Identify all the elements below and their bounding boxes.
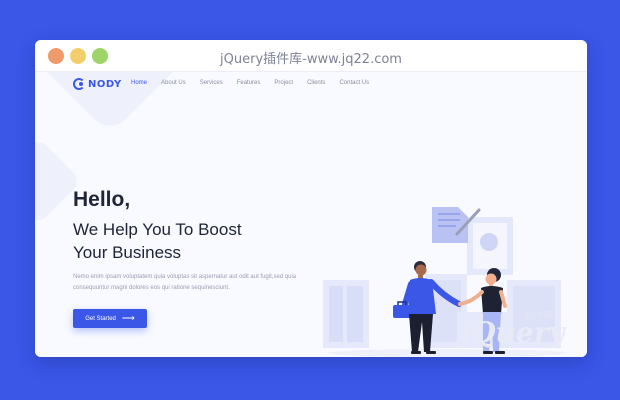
navbar: NODY Home About Us Services Features Pro… xyxy=(35,72,587,94)
nav-item-contact-us[interactable]: Contact Us xyxy=(339,80,369,86)
watermark-tag: 插件库 xyxy=(525,309,552,321)
get-started-button[interactable]: Get Started ⟶ xyxy=(73,309,147,328)
nav-item-project[interactable]: Project xyxy=(274,80,293,86)
nav-menu: Home About Us Services Features Project … xyxy=(131,80,383,86)
nav-item-about-us[interactable]: About Us xyxy=(161,80,186,86)
logo-icon xyxy=(73,78,85,90)
logo-text: NODY xyxy=(88,78,122,90)
arrow-right-icon: ⟶ xyxy=(121,313,135,323)
landing-page: NODY Home About Us Services Features Pro… xyxy=(35,72,587,357)
brand-logo[interactable]: NODY xyxy=(73,78,122,90)
nav-item-services[interactable]: Services xyxy=(200,80,223,86)
jquery-watermark: jQuery 插件库 xyxy=(456,309,566,349)
nav-item-clients[interactable]: Clients xyxy=(307,80,325,86)
browser-window: jQuery插件库-www.jq22.com NODY Home About U… xyxy=(35,40,587,357)
hero-headline-line-2: Your Business xyxy=(73,243,182,262)
window-title: jQuery插件库-www.jq22.com xyxy=(220,52,402,67)
nav-item-home[interactable]: Home xyxy=(131,80,147,86)
hero-greeting: Hello, xyxy=(73,188,131,211)
briefcase-icon xyxy=(393,305,411,318)
hero-headline-line-1: We Help You To Boost xyxy=(73,220,242,239)
hero-description: Nemo enim ipsam voluptatem quia voluptas… xyxy=(73,274,297,291)
window-titlebar: jQuery插件库-www.jq22.com xyxy=(35,40,587,72)
get-started-label: Get Started xyxy=(85,315,116,322)
nav-item-features[interactable]: Features xyxy=(237,80,261,86)
